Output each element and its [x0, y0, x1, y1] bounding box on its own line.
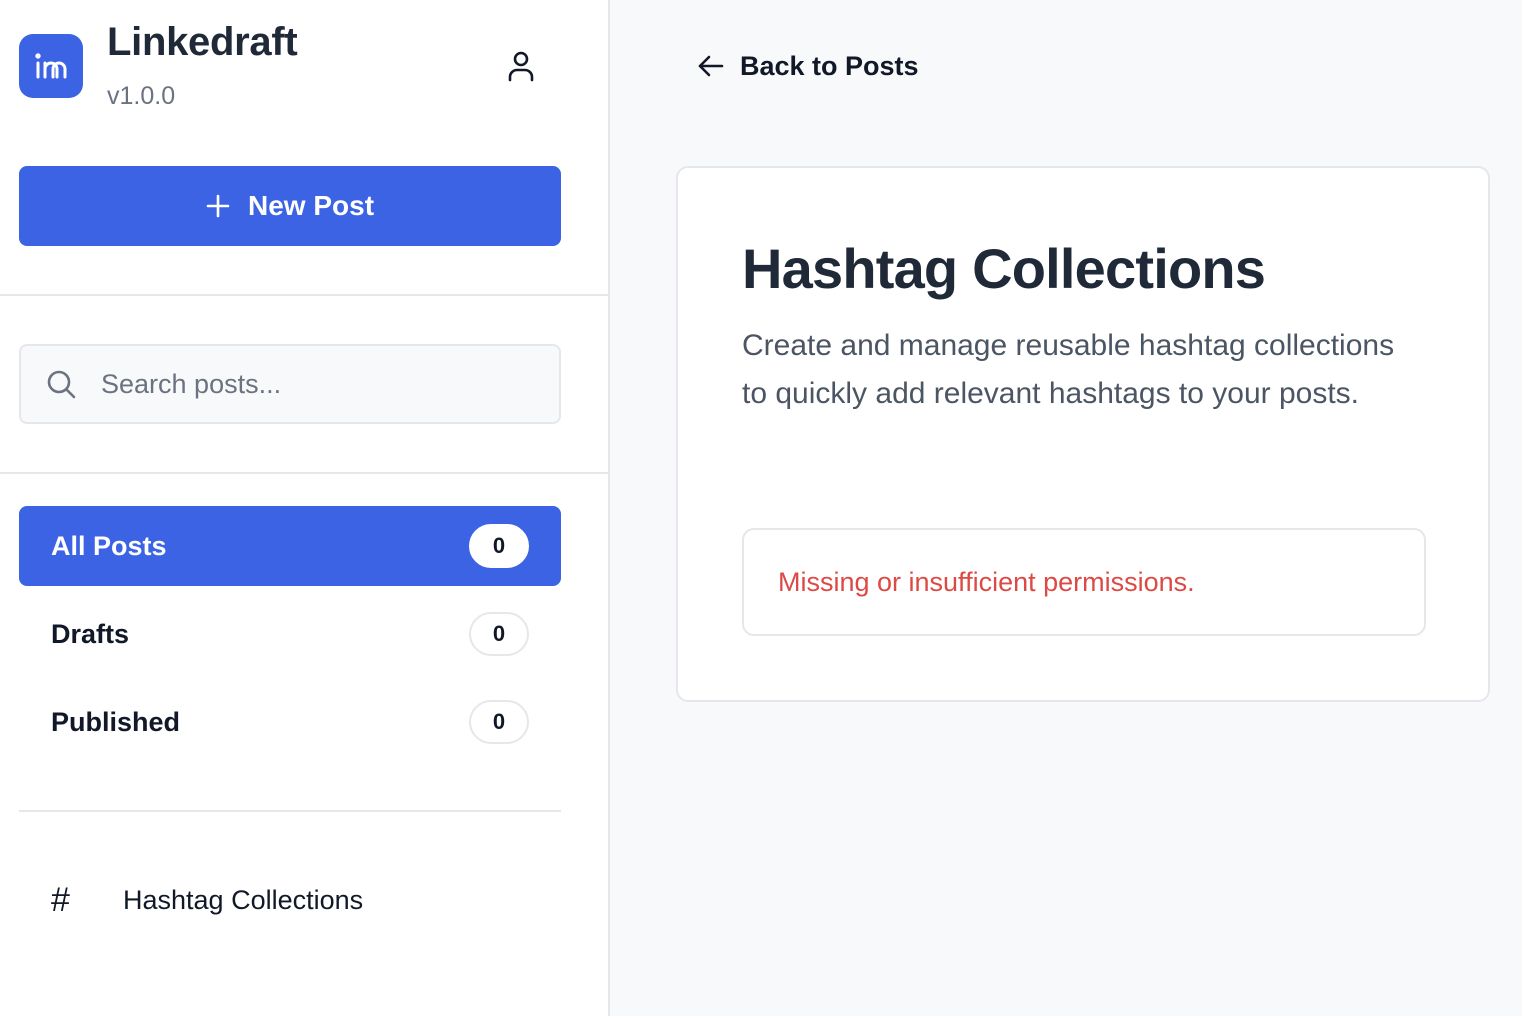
page-title: Hashtag Collections	[742, 237, 1266, 300]
count-badge: 0	[469, 524, 529, 568]
nav-item-label: Published	[51, 706, 181, 737]
collections-card: Hashtag Collections Create and manage re…	[676, 166, 1490, 702]
app-root: Linkedraft v1.0.0 New Post Search posts.…	[0, 0, 1522, 1016]
brand-header: Linkedraft v1.0.0	[19, 18, 579, 118]
search-input[interactable]	[101, 368, 559, 400]
profile-button[interactable]	[503, 48, 539, 84]
page-description: Create and manage reusable hashtag colle…	[742, 329, 1395, 410]
nav-item-label: Drafts	[51, 618, 130, 649]
search-icon	[21, 369, 101, 399]
count-badge: 0	[469, 700, 529, 744]
divider	[19, 810, 561, 812]
error-message: Missing or insufficient permissions.	[742, 528, 1426, 636]
hashtag-icon: #	[51, 880, 70, 919]
divider	[0, 294, 608, 296]
nav-item-label: All Posts	[51, 530, 167, 561]
nav-item-drafts[interactable]: Drafts 0	[19, 594, 561, 674]
back-label: Back to Posts	[740, 50, 919, 81]
nav-item-all-posts[interactable]: All Posts 0	[19, 506, 561, 586]
linkedin-icon	[35, 53, 67, 79]
search-box	[19, 344, 561, 424]
hashtag-collections-label: Hashtag Collections	[123, 884, 364, 915]
hashtag-collections-link[interactable]: # Hashtag Collections	[19, 860, 561, 940]
user-icon	[508, 51, 534, 82]
app-version: v1.0.0	[107, 82, 176, 110]
nav-item-published[interactable]: Published 0	[19, 682, 561, 762]
app-name: Linkedraft	[107, 20, 298, 64]
main-content: Back to Posts Hashtag Collections Create…	[610, 0, 1522, 1016]
app-logo	[19, 34, 83, 98]
new-post-label: New Post	[247, 190, 375, 221]
divider	[0, 472, 608, 474]
post-filter-nav: All Posts 0 Drafts 0 Published 0	[19, 506, 561, 770]
arrow-left-icon	[698, 55, 724, 77]
count-badge: 0	[469, 612, 529, 656]
new-post-button[interactable]: New Post	[19, 166, 561, 246]
plus-icon	[206, 194, 230, 218]
sidebar: Linkedraft v1.0.0 New Post Search posts.…	[0, 0, 610, 1016]
back-to-posts-link[interactable]: Back to Posts	[698, 44, 919, 88]
